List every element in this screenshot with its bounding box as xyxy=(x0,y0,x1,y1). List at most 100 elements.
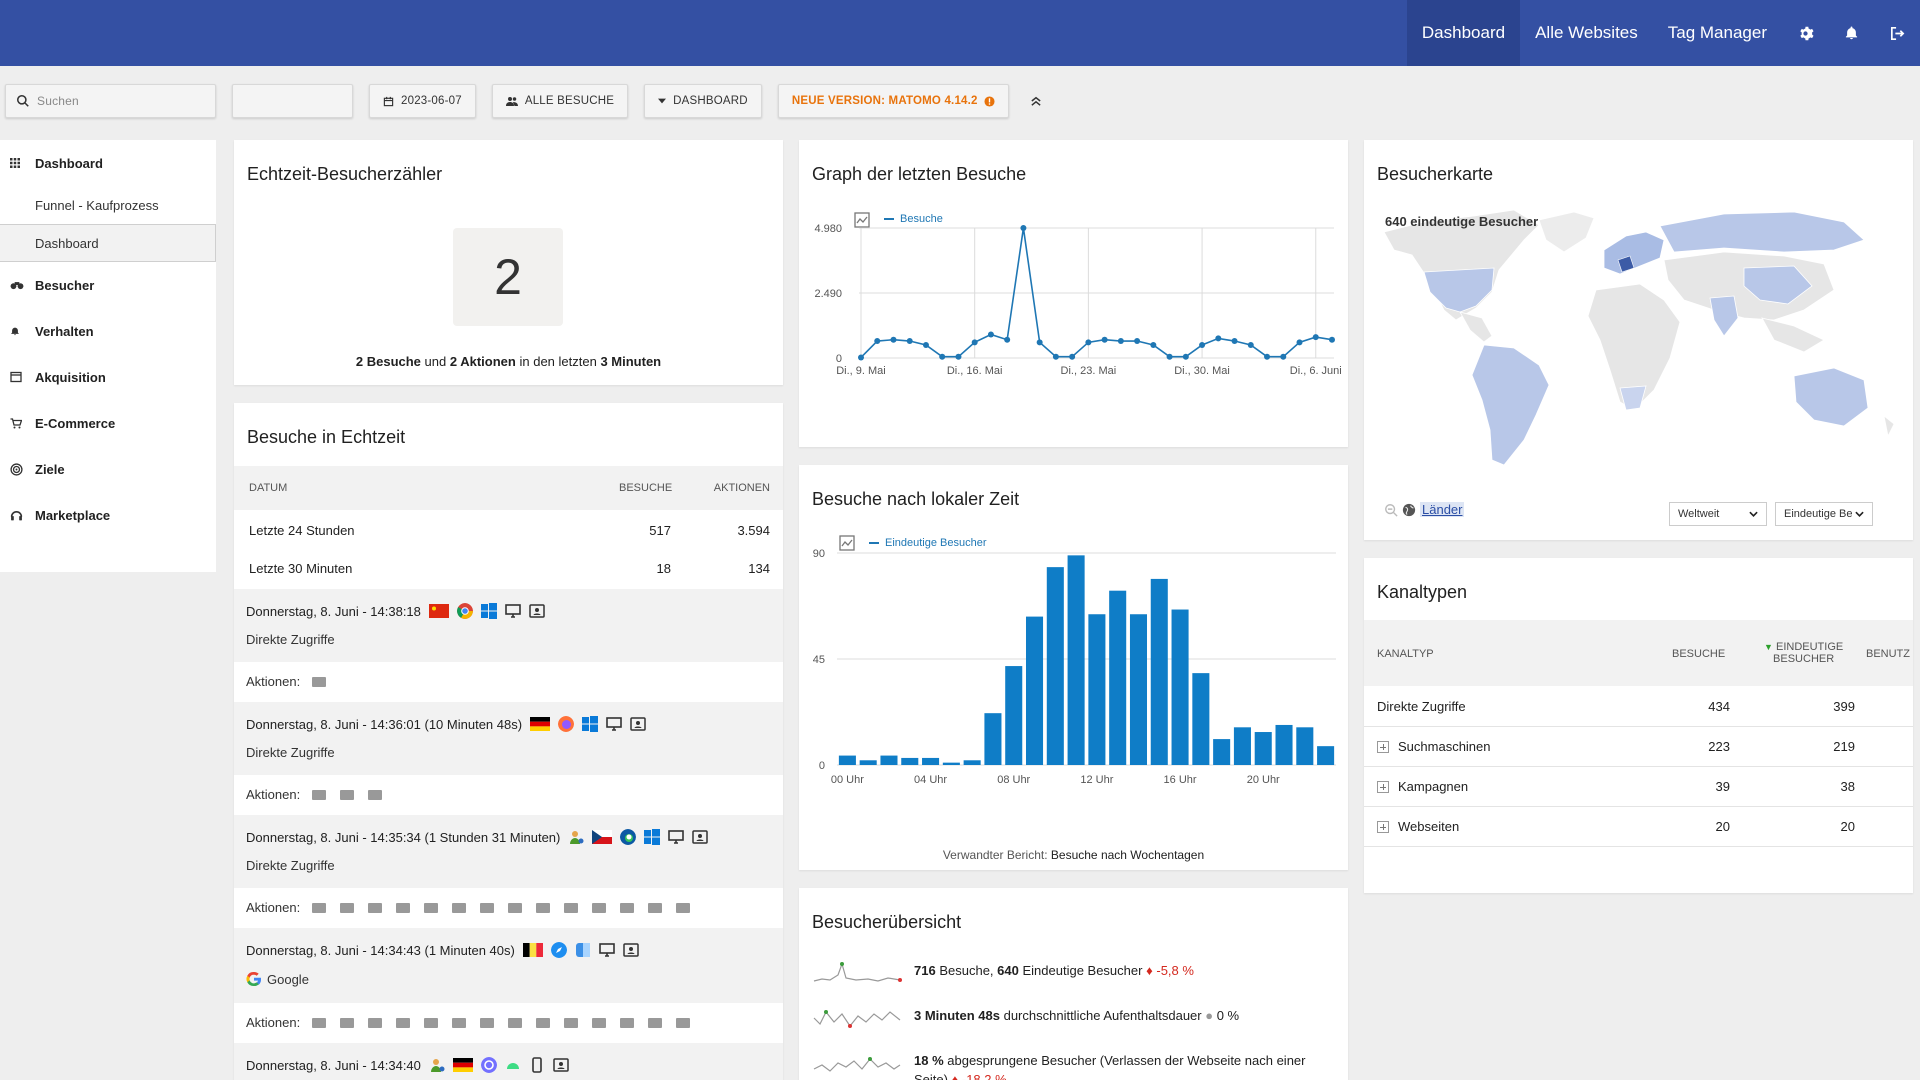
folder-icon[interactable] xyxy=(368,903,383,913)
folder-icon[interactable] xyxy=(340,1018,355,1028)
table-row[interactable]: Kampagnen 39 38 xyxy=(1364,767,1913,807)
segment-label: ALLE BESUCHE xyxy=(524,95,615,107)
sidebar-item-ecommerce[interactable]: E-Commerce xyxy=(0,400,216,446)
folder-icon[interactable] xyxy=(536,903,551,913)
info-icon xyxy=(984,95,995,107)
folder-icon[interactable] xyxy=(312,790,327,800)
site-selector[interactable] xyxy=(232,84,353,118)
dashboard-menu[interactable]: DASHBOARD xyxy=(644,84,762,118)
sidebar-item-ziele[interactable]: Ziele xyxy=(0,446,216,492)
expand-icon[interactable] xyxy=(1377,780,1389,793)
folder-icon[interactable] xyxy=(536,1018,551,1028)
x-tick-label: Di., 23. Mai xyxy=(1061,365,1117,377)
countries-label[interactable]: Länder xyxy=(1420,502,1465,517)
update-notice[interactable]: NEUE VERSION: MATOMO 4.14.2 xyxy=(777,84,1009,118)
sidebar-item-marketplace[interactable]: Marketplace xyxy=(0,492,216,538)
folder-icon[interactable] xyxy=(340,903,355,913)
nav-tag-manager[interactable]: Tag Manager xyxy=(1653,0,1782,66)
sidebar-sub-funnel[interactable]: Funnel - Kaufprozess xyxy=(0,186,216,224)
visit-entry[interactable]: Donnerstag, 8. Juni - 14:38:18 Direkte Z… xyxy=(234,589,783,662)
data-point xyxy=(1231,338,1238,345)
visitor-profile-icon xyxy=(529,604,545,618)
col-users[interactable]: BENUTZ xyxy=(1866,648,1910,660)
collapse-toolbar-icon[interactable] xyxy=(1025,84,1054,118)
nav-dashboard[interactable]: Dashboard xyxy=(1406,0,1521,66)
folder-icon[interactable] xyxy=(396,903,411,913)
bar xyxy=(1088,614,1106,765)
folder-icon[interactable] xyxy=(508,1018,523,1028)
flag-czech-icon xyxy=(592,830,613,844)
related-report-link[interactable]: Besuche nach Wochentagen xyxy=(1051,848,1204,862)
folder-icon[interactable] xyxy=(620,903,635,913)
folder-icon[interactable] xyxy=(452,1018,467,1028)
notification-bell-icon[interactable] xyxy=(1828,0,1874,66)
folder-icon[interactable] xyxy=(312,677,327,687)
folder-icon[interactable] xyxy=(648,903,663,913)
folder-icon[interactable] xyxy=(340,790,355,800)
windows-icon xyxy=(582,716,599,732)
folder-icon[interactable] xyxy=(564,903,579,913)
folder-icon[interactable] xyxy=(312,903,327,913)
date-selector[interactable]: 2023-06-07 xyxy=(369,84,476,118)
world-map[interactable] xyxy=(1364,140,1913,540)
data-point xyxy=(1052,353,1059,360)
folder-icon[interactable] xyxy=(620,1018,635,1028)
row-label: Webseiten xyxy=(1398,819,1460,834)
folder-icon[interactable] xyxy=(592,903,607,913)
segment-selector[interactable]: ALLE BESUCHE xyxy=(491,84,629,118)
visit-entry[interactable]: Donnerstag, 8. Juni - 14:34:43 (1 Minute… xyxy=(234,928,783,1003)
cart-icon xyxy=(10,417,35,429)
bar xyxy=(1275,724,1293,765)
sidebar-sub-dashboard[interactable]: Dashboard xyxy=(0,224,216,262)
metric-select[interactable]: Eindeutige Be xyxy=(1775,502,1873,526)
folder-icon[interactable] xyxy=(424,1018,439,1028)
sidebar-item-verhalten[interactable]: Verhalten xyxy=(0,308,216,354)
expand-icon[interactable] xyxy=(1377,820,1389,833)
folder-icon[interactable] xyxy=(368,790,383,800)
col-channel-type[interactable]: KANALTYP xyxy=(1377,648,1434,660)
sidebar-item-akquisition[interactable]: Akquisition xyxy=(0,354,216,400)
folder-icon[interactable] xyxy=(480,1018,495,1028)
counter-in-last: in den letzten xyxy=(519,354,597,369)
visit-entry[interactable]: Donnerstag, 8. Juni - 14:36:01 (10 Minut… xyxy=(234,702,783,775)
folder-icon[interactable] xyxy=(508,903,523,913)
folder-icon[interactable] xyxy=(592,1018,607,1028)
logout-icon[interactable] xyxy=(1874,0,1920,66)
folder-icon[interactable] xyxy=(424,903,439,913)
folder-icon[interactable] xyxy=(564,1018,579,1028)
desktop-icon xyxy=(606,717,622,731)
nav-all-websites[interactable]: Alle Websites xyxy=(1520,0,1653,66)
search-input[interactable]: Suchen xyxy=(5,84,216,118)
windows-icon xyxy=(480,603,497,619)
region-select[interactable]: Weltweit xyxy=(1669,502,1767,526)
folder-icon[interactable] xyxy=(480,903,495,913)
visit-entry[interactable]: Donnerstag, 8. Juni - 14:34:40 xyxy=(234,1043,783,1080)
map-australia xyxy=(1793,367,1869,427)
col-unique-line2: BESUCHER xyxy=(1773,653,1835,665)
table-row[interactable]: Suchmaschinen 223 219 xyxy=(1364,727,1913,767)
sidebar-item-dashboard[interactable]: Dashboard xyxy=(0,140,216,186)
map-countries-link[interactable]: Länder xyxy=(1384,502,1465,517)
settings-gear-icon[interactable] xyxy=(1782,0,1828,66)
zoom-out-icon[interactable] xyxy=(1384,503,1398,517)
table-row[interactable]: Webseiten 20 20 xyxy=(1364,807,1913,847)
expand-icon[interactable] xyxy=(1377,740,1389,753)
table-row[interactable]: Direkte Zugriffe 434 399 xyxy=(1364,687,1913,727)
col-actions[interactable]: AKTIONEN xyxy=(714,482,770,494)
folder-icon[interactable] xyxy=(396,1018,411,1028)
sidebar-item-besucher[interactable]: Besucher xyxy=(0,262,216,308)
col-visits[interactable]: BESUCHE xyxy=(619,482,672,494)
y-tick-label: 0 xyxy=(819,760,825,772)
col-date[interactable]: DATUM xyxy=(249,482,287,494)
folder-icon[interactable] xyxy=(452,903,467,913)
folder-icon[interactable] xyxy=(648,1018,663,1028)
row-unique: 219 xyxy=(1833,739,1855,754)
folder-icon[interactable] xyxy=(368,1018,383,1028)
folder-icon[interactable] xyxy=(676,1018,691,1028)
visit-entry[interactable]: Donnerstag, 8. Juni - 14:35:34 (1 Stunde… xyxy=(234,815,783,888)
col-unique-visitors[interactable]: ▼ EINDEUTIGE BESUCHER xyxy=(1764,641,1843,665)
folder-icon[interactable] xyxy=(676,903,691,913)
folder-icon[interactable] xyxy=(312,1018,327,1028)
col-visits[interactable]: BESUCHE xyxy=(1672,648,1725,660)
row-visits: 18 xyxy=(656,560,671,576)
